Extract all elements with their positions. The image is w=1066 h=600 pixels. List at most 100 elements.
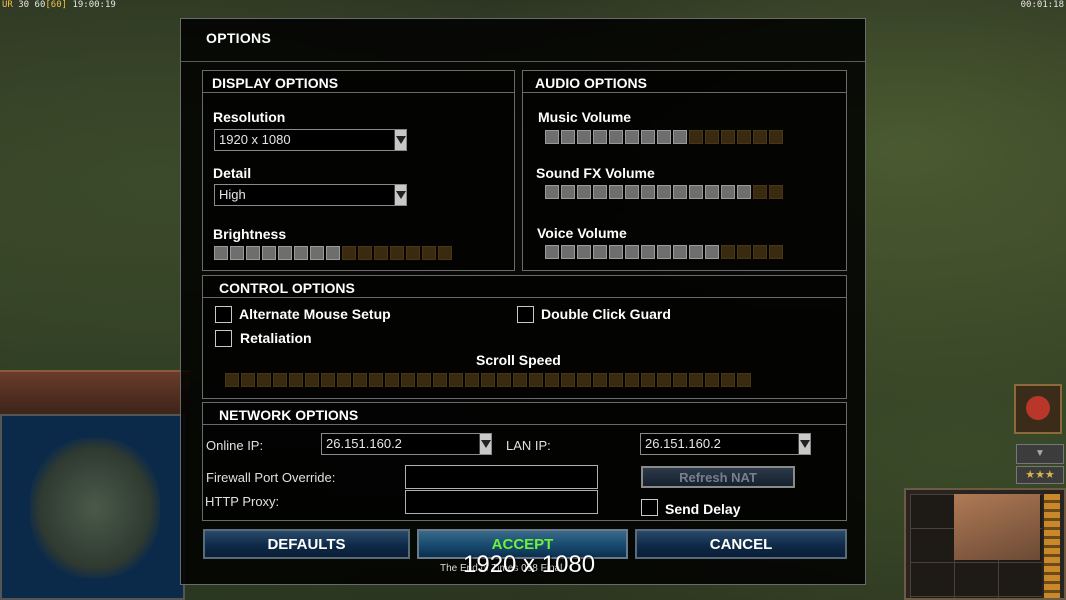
resolution-dropdown[interactable]: 1920 x 1080 [214,129,407,151]
sfx-volume-slider[interactable] [545,185,783,199]
slider-segment[interactable] [593,373,607,387]
slider-segment[interactable] [657,373,671,387]
slider-segment[interactable] [241,373,255,387]
slider-segment[interactable] [289,373,303,387]
minimap[interactable] [0,414,185,600]
slider-segment[interactable] [262,246,276,260]
double-click-label[interactable]: Double Click Guard [541,306,671,322]
slider-segment[interactable] [753,185,767,199]
slider-segment[interactable] [545,130,559,144]
slider-segment[interactable] [438,246,452,260]
slider-segment[interactable] [577,185,591,199]
slider-segment[interactable] [625,245,639,259]
slider-segment[interactable] [465,373,479,387]
double-click-checkbox[interactable] [517,306,534,323]
send-delay-checkbox[interactable] [641,499,658,516]
slider-segment[interactable] [721,373,735,387]
slider-segment[interactable] [257,373,271,387]
slider-segment[interactable] [497,373,511,387]
slider-segment[interactable] [625,130,639,144]
slider-segment[interactable] [369,373,383,387]
slider-segment[interactable] [737,373,751,387]
http-proxy-input[interactable] [405,490,598,514]
slider-segment[interactable] [401,373,415,387]
slider-segment[interactable] [321,373,335,387]
slider-segment[interactable] [657,245,671,259]
slider-segment[interactable] [481,373,495,387]
slider-segment[interactable] [705,245,719,259]
slider-segment[interactable] [609,373,623,387]
slider-segment[interactable] [705,130,719,144]
slider-segment[interactable] [769,245,783,259]
slider-segment[interactable] [609,185,623,199]
slider-segment[interactable] [577,130,591,144]
slider-segment[interactable] [657,130,671,144]
slider-segment[interactable] [449,373,463,387]
slider-segment[interactable] [705,185,719,199]
slider-segment[interactable] [593,245,607,259]
slider-segment[interactable] [513,373,527,387]
slider-segment[interactable] [641,130,655,144]
slider-segment[interactable] [294,246,308,260]
slider-segment[interactable] [214,246,228,260]
alt-mouse-checkbox[interactable] [215,306,232,323]
slider-segment[interactable] [625,185,639,199]
slider-segment[interactable] [609,130,623,144]
slider-segment[interactable] [689,373,703,387]
slider-segment[interactable] [545,245,559,259]
slider-segment[interactable] [358,246,372,260]
send-delay-label[interactable]: Send Delay [665,501,740,517]
slider-segment[interactable] [406,246,420,260]
slider-segment[interactable] [337,373,351,387]
slider-segment[interactable] [422,246,436,260]
rank-badge-icon[interactable] [1014,384,1062,434]
hud-scroll-down-icon[interactable]: ▼ [1016,444,1064,464]
slider-segment[interactable] [689,245,703,259]
building-portrait[interactable] [954,494,1040,560]
slider-segment[interactable] [593,185,607,199]
slider-segment[interactable] [310,246,324,260]
chevron-down-icon[interactable] [394,130,406,150]
slider-segment[interactable] [689,185,703,199]
slider-segment[interactable] [561,185,575,199]
slider-segment[interactable] [385,373,399,387]
defaults-button[interactable]: DEFAULTS [203,529,410,559]
slider-segment[interactable] [326,246,340,260]
detail-dropdown[interactable]: High [214,184,407,206]
retaliation-checkbox[interactable] [215,330,232,347]
slider-segment[interactable] [625,373,639,387]
chevron-down-icon[interactable] [394,185,406,205]
slider-segment[interactable] [705,373,719,387]
slider-segment[interactable] [609,245,623,259]
alt-mouse-label[interactable]: Alternate Mouse Setup [239,306,391,322]
slider-segment[interactable] [737,130,751,144]
slider-segment[interactable] [374,246,388,260]
slider-segment[interactable] [673,130,687,144]
refresh-nat-button[interactable]: Refresh NAT [641,466,795,488]
slider-segment[interactable] [673,373,687,387]
slider-segment[interactable] [433,373,447,387]
slider-segment[interactable] [753,245,767,259]
slider-segment[interactable] [641,373,655,387]
slider-segment[interactable] [561,245,575,259]
slider-segment[interactable] [593,130,607,144]
slider-segment[interactable] [561,130,575,144]
chevron-down-icon[interactable] [479,434,491,454]
slider-segment[interactable] [721,185,735,199]
slider-segment[interactable] [769,185,783,199]
slider-segment[interactable] [353,373,367,387]
slider-segment[interactable] [278,246,292,260]
slider-segment[interactable] [657,185,671,199]
online-ip-dropdown[interactable]: 26.151.160.2 [321,433,492,455]
general-stars-icon[interactable]: ★★★ [1016,466,1064,484]
slider-segment[interactable] [246,246,260,260]
brightness-slider[interactable] [214,246,452,260]
slider-segment[interactable] [769,130,783,144]
firewall-port-input[interactable] [405,465,598,489]
voice-volume-slider[interactable] [545,245,783,259]
slider-segment[interactable] [641,245,655,259]
slider-segment[interactable] [721,130,735,144]
slider-segment[interactable] [342,246,356,260]
slider-segment[interactable] [225,373,239,387]
slider-segment[interactable] [577,245,591,259]
